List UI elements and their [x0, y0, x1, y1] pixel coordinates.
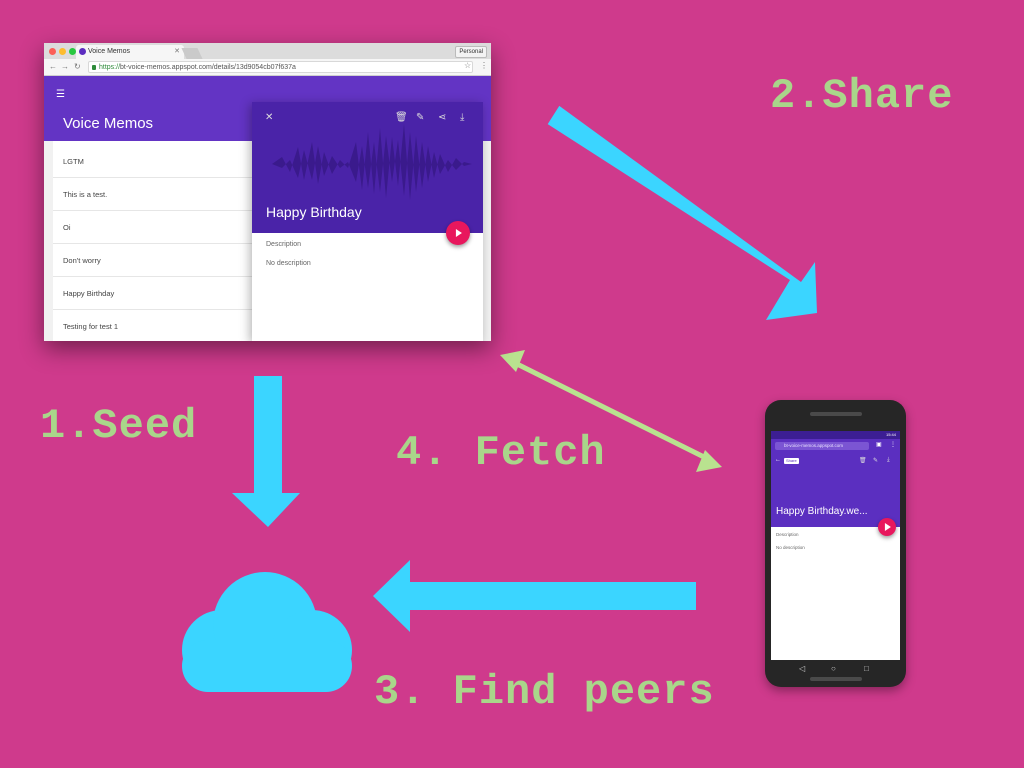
- seed-arrow: [232, 376, 300, 527]
- detail-header: ✕ 🗑 ✎ ⋖ ⤓ Happy Birthday: [252, 102, 483, 233]
- app-title: Voice Memos: [63, 115, 154, 132]
- new-tab-button[interactable]: [181, 48, 203, 59]
- mobile-url: bt-voice-memos.appspot.com: [784, 443, 844, 448]
- browser-tab-title: Voice Memos: [88, 48, 131, 55]
- status-time: 15:44: [885, 432, 896, 437]
- forward-icon[interactable]: →: [61, 62, 69, 71]
- memo-list-item[interactable]: This is a test.: [53, 178, 268, 211]
- phone-screen: 15:44 bt-voice-memos.appspot.com ▣ ⋮ ← S…: [771, 431, 900, 660]
- play-button[interactable]: [878, 518, 896, 536]
- tabs-icon[interactable]: ▣: [876, 441, 882, 448]
- step-fetch-label: 4. Fetch: [396, 429, 606, 477]
- browser-tab-bar: Voice Memos ✕ Personal: [44, 43, 491, 59]
- delete-icon[interactable]: 🗑: [395, 112, 408, 123]
- play-button[interactable]: [446, 221, 470, 245]
- menu-icon[interactable]: ☰: [56, 89, 65, 100]
- reload-icon[interactable]: ↻: [74, 62, 81, 71]
- close-icon[interactable]: ✕: [265, 112, 273, 123]
- lock-icon: [92, 65, 96, 70]
- step-share-label: 2.Share: [770, 72, 954, 120]
- memo-list-item[interactable]: LGTM: [53, 145, 268, 178]
- cloud-icon: [182, 572, 352, 692]
- mobile-detail-header: ← Share 🗑 ✎ ⤓ Happy Birthday.we...: [771, 453, 900, 527]
- mobile-description-value: No description: [776, 545, 805, 550]
- share-arrow: [547, 105, 817, 321]
- memo-list-item[interactable]: Don't worry: [53, 244, 268, 277]
- close-window-icon[interactable]: [49, 48, 56, 55]
- memo-list: LGTM This is a test. Oi Don't worry Happ…: [53, 141, 268, 341]
- nav-back-icon[interactable]: ◁: [799, 664, 805, 673]
- description-label: Description: [266, 241, 302, 248]
- status-bar: 15:44: [771, 431, 900, 439]
- detail-title: Happy Birthday: [266, 204, 362, 220]
- tab-close-icon[interactable]: ✕: [174, 45, 180, 59]
- phone-speaker: [810, 412, 862, 416]
- back-icon[interactable]: ←: [775, 457, 781, 463]
- step-find-peers-label: 3. Find peers: [374, 668, 715, 716]
- mobile-menu-icon[interactable]: ⋮: [890, 441, 896, 448]
- share-chip[interactable]: Share: [784, 458, 799, 464]
- description-value: No description: [266, 260, 311, 267]
- nav-home-icon[interactable]: ○: [831, 664, 836, 673]
- browser-toolbar: ← → ↻ https://bt-voice-memos.appspot.com…: [44, 59, 491, 76]
- find-peers-arrow: [373, 560, 696, 632]
- share-icon[interactable]: ⋖: [438, 112, 446, 123]
- memo-list-item[interactable]: Oi: [53, 211, 268, 244]
- browser-tab[interactable]: Voice Memos ✕: [76, 45, 184, 59]
- favicon-icon: [79, 48, 86, 55]
- step-seed-label: 1.Seed: [40, 402, 198, 450]
- back-icon[interactable]: ←: [49, 62, 57, 71]
- desktop-browser-window: Voice Memos ✕ Personal ← → ↻ https://bt-…: [44, 43, 491, 341]
- url-scheme: https://: [99, 64, 121, 71]
- nav-recents-icon[interactable]: □: [864, 664, 869, 673]
- android-phone: 15:44 bt-voice-memos.appspot.com ▣ ⋮ ← S…: [765, 400, 906, 687]
- mobile-url-bar: bt-voice-memos.appspot.com ▣ ⋮: [771, 439, 900, 453]
- mobile-detail-title: Happy Birthday.we...: [776, 506, 868, 517]
- memo-detail-panel: ✕ 🗑 ✎ ⋖ ⤓ Happy Birthday Description No …: [252, 102, 483, 341]
- edit-icon[interactable]: ✎: [873, 457, 878, 464]
- phone-speaker: [810, 677, 862, 681]
- mobile-description-label: Description: [776, 532, 799, 537]
- memo-list-item[interactable]: Happy Birthday: [53, 277, 268, 310]
- profile-button[interactable]: Personal: [455, 46, 487, 58]
- browser-menu-icon[interactable]: ⋮: [480, 61, 488, 70]
- edit-icon[interactable]: ✎: [416, 112, 424, 123]
- memo-list-item[interactable]: Testing for test 1: [53, 310, 268, 341]
- minimize-window-icon[interactable]: [59, 48, 66, 55]
- mobile-address-bar[interactable]: bt-voice-memos.appspot.com: [775, 442, 869, 450]
- delete-icon[interactable]: 🗑: [859, 457, 867, 464]
- url-path: bt-voice-memos.appspot.com/details/13d90…: [120, 64, 296, 71]
- maximize-window-icon[interactable]: [69, 48, 76, 55]
- download-icon[interactable]: ⤓: [460, 112, 464, 123]
- bookmark-star-icon[interactable]: ☆: [464, 61, 471, 70]
- download-icon[interactable]: ⤓: [887, 457, 890, 464]
- address-bar[interactable]: https://bt-voice-memos.appspot.com/detai…: [88, 61, 473, 73]
